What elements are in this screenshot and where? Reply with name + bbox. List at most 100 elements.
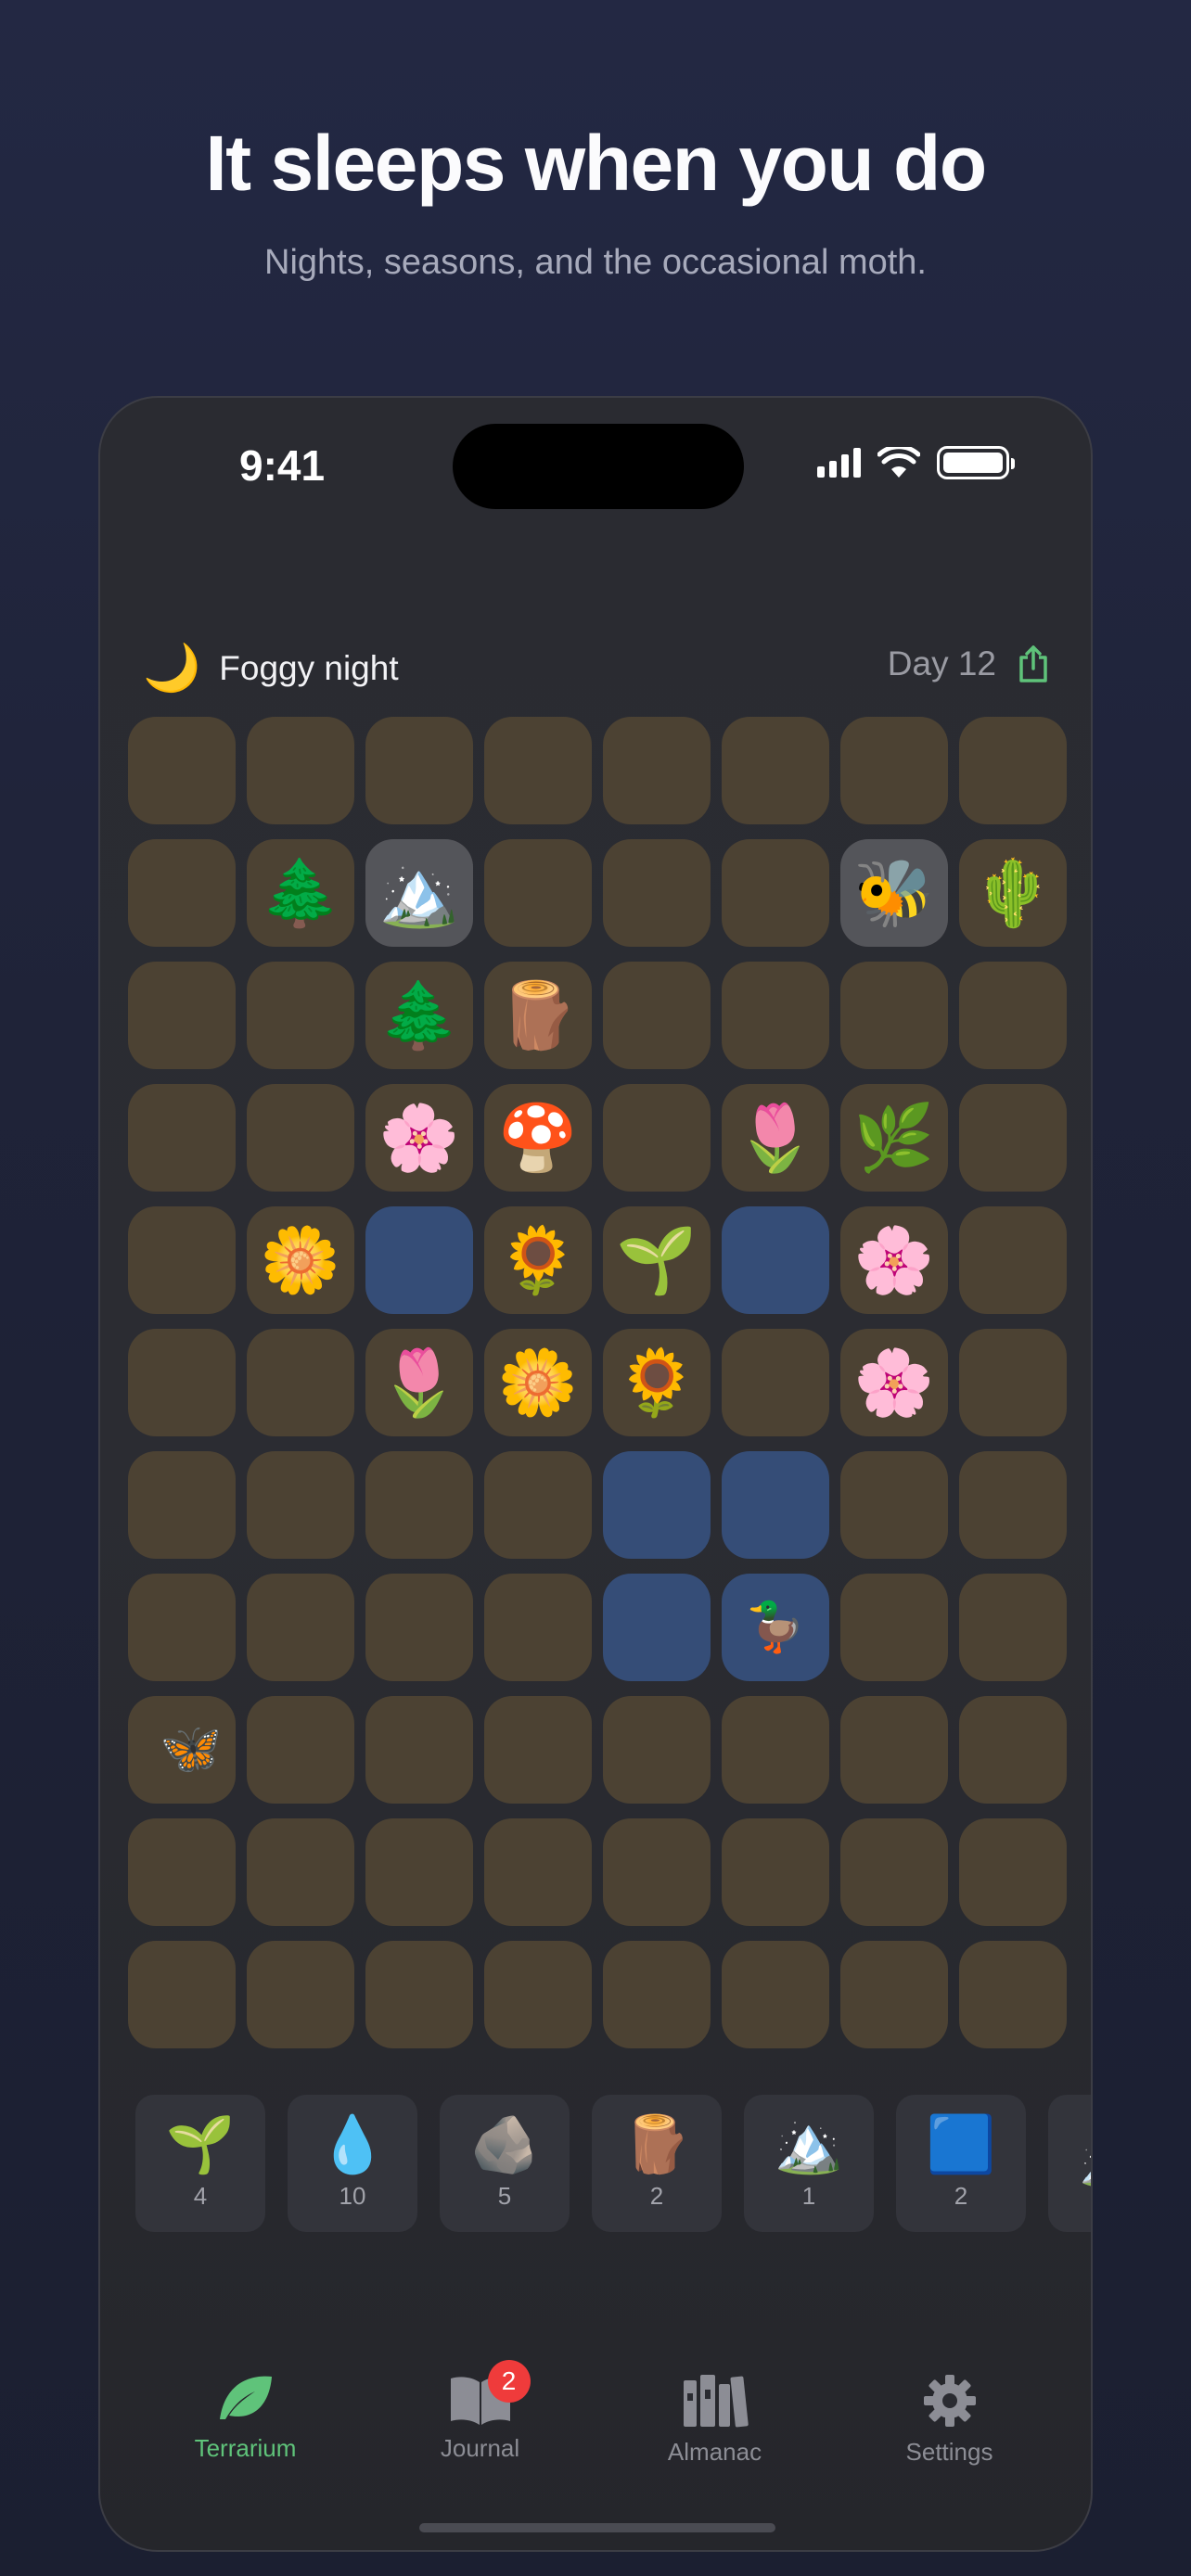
soil-tile[interactable] [959, 1206, 1067, 1314]
soil-tile[interactable] [959, 962, 1067, 1069]
soil-tile[interactable]: 🌸 [365, 1084, 473, 1192]
soil-tile[interactable] [722, 717, 829, 824]
soil-tile[interactable] [365, 1696, 473, 1804]
tray-item-partial[interactable]: 🏔️ [1048, 2095, 1091, 2232]
soil-tile[interactable] [840, 1818, 948, 1926]
soil-tile[interactable] [840, 1451, 948, 1559]
soil-tile[interactable] [722, 962, 829, 1069]
soil-tile[interactable] [840, 1574, 948, 1681]
soil-tile[interactable] [959, 1941, 1067, 2048]
water-tile[interactable] [603, 1574, 711, 1681]
soil-tile[interactable] [959, 1574, 1067, 1681]
soil-tile[interactable] [959, 717, 1067, 824]
soil-tile[interactable] [603, 717, 711, 824]
soil-tile[interactable]: 🌲 [247, 839, 354, 947]
soil-tile[interactable] [484, 1818, 592, 1926]
soil-tile[interactable] [603, 839, 711, 947]
soil-tile[interactable] [484, 1451, 592, 1559]
soil-tile[interactable] [603, 962, 711, 1069]
soil-tile[interactable] [128, 1818, 236, 1926]
soil-tile[interactable] [128, 717, 236, 824]
soil-tile[interactable] [247, 1696, 354, 1804]
soil-tile[interactable]: 🌿 [840, 1084, 948, 1192]
soil-tile[interactable]: 🌸 [840, 1206, 948, 1314]
soil-tile[interactable]: 🌱 [603, 1206, 711, 1314]
soil-tile[interactable]: 🌼 [484, 1329, 592, 1436]
soil-tile[interactable] [722, 1941, 829, 2048]
tray-item-mountain[interactable]: 🏔️ 1 [744, 2095, 874, 2232]
soil-tile[interactable] [959, 1818, 1067, 1926]
soil-tile[interactable] [128, 1206, 236, 1314]
soil-tile[interactable] [603, 1084, 711, 1192]
water-tile[interactable] [603, 1451, 711, 1559]
tray-item-water[interactable]: 💧 10 [288, 2095, 417, 2232]
soil-tile[interactable] [247, 1084, 354, 1192]
soil-tile[interactable] [840, 1696, 948, 1804]
tab-settings[interactable]: Settings [857, 2373, 1043, 2467]
share-icon[interactable] [1017, 644, 1050, 683]
soil-tile[interactable] [840, 1941, 948, 2048]
soil-tile[interactable]: 🌻 [484, 1206, 592, 1314]
soil-tile[interactable] [247, 1451, 354, 1559]
soil-tile[interactable] [128, 1084, 236, 1192]
soil-tile[interactable] [365, 717, 473, 824]
soil-tile[interactable] [247, 1941, 354, 2048]
stone-tile[interactable]: 🏔️ [365, 839, 473, 947]
soil-tile[interactable] [365, 1451, 473, 1559]
soil-tile[interactable] [247, 717, 354, 824]
water-tile[interactable] [365, 1206, 473, 1314]
soil-tile[interactable] [484, 839, 592, 947]
soil-tile[interactable] [365, 1818, 473, 1926]
soil-tile[interactable] [128, 839, 236, 947]
soil-tile[interactable] [959, 1329, 1067, 1436]
soil-tile[interactable] [722, 1818, 829, 1926]
soil-tile[interactable]: 🦋 [128, 1696, 236, 1804]
soil-tile[interactable] [484, 1574, 592, 1681]
soil-tile[interactable] [959, 1084, 1067, 1192]
soil-tile[interactable]: 🌲 [365, 962, 473, 1069]
soil-tile[interactable] [128, 1451, 236, 1559]
soil-tile[interactable]: 🌷 [722, 1084, 829, 1192]
soil-tile[interactable] [959, 1696, 1067, 1804]
soil-tile[interactable] [365, 1574, 473, 1681]
soil-tile[interactable] [247, 1329, 354, 1436]
soil-tile[interactable] [484, 1696, 592, 1804]
water-tile[interactable] [722, 1206, 829, 1314]
soil-tile[interactable]: 🌷 [365, 1329, 473, 1436]
tray-item-sprout[interactable]: 🌱 4 [135, 2095, 265, 2232]
stone-tile[interactable]: 🐝 [840, 839, 948, 947]
soil-tile[interactable]: 🌵 [959, 839, 1067, 947]
soil-tile[interactable] [603, 1696, 711, 1804]
tray-item-log[interactable]: 🪵 2 [592, 2095, 722, 2232]
water-tile[interactable] [722, 1451, 829, 1559]
soil-tile[interactable] [484, 717, 592, 824]
soil-tile[interactable] [603, 1818, 711, 1926]
soil-tile[interactable] [247, 1818, 354, 1926]
soil-tile[interactable] [722, 1696, 829, 1804]
tray-item-rock[interactable]: 🪨 5 [440, 2095, 570, 2232]
soil-tile[interactable] [365, 1941, 473, 2048]
soil-tile[interactable] [603, 1941, 711, 2048]
soil-tile[interactable] [247, 1574, 354, 1681]
soil-tile[interactable]: 🌸 [840, 1329, 948, 1436]
soil-tile[interactable] [722, 1329, 829, 1436]
tab-terrarium[interactable]: Terrarium [153, 2373, 339, 2467]
soil-tile[interactable]: 🪵 [484, 962, 592, 1069]
soil-tile[interactable] [128, 962, 236, 1069]
soil-tile[interactable] [484, 1941, 592, 2048]
tray-item-blue-square[interactable]: 🟦 2 [896, 2095, 1026, 2232]
soil-tile[interactable] [128, 1574, 236, 1681]
soil-tile[interactable]: 🍄 [484, 1084, 592, 1192]
soil-tile[interactable] [840, 962, 948, 1069]
soil-tile[interactable] [840, 717, 948, 824]
soil-tile[interactable] [128, 1941, 236, 2048]
soil-tile[interactable]: 🌻 [603, 1329, 711, 1436]
tab-almanac[interactable]: Almanac [622, 2373, 808, 2467]
soil-tile[interactable] [959, 1451, 1067, 1559]
soil-tile[interactable] [128, 1329, 236, 1436]
soil-tile[interactable] [722, 839, 829, 947]
tab-journal[interactable]: 2 Journal [388, 2360, 573, 2467]
soil-tile[interactable]: 🌼 [247, 1206, 354, 1314]
water-tile[interactable]: 🦆 [722, 1574, 829, 1681]
soil-tile[interactable] [247, 962, 354, 1069]
